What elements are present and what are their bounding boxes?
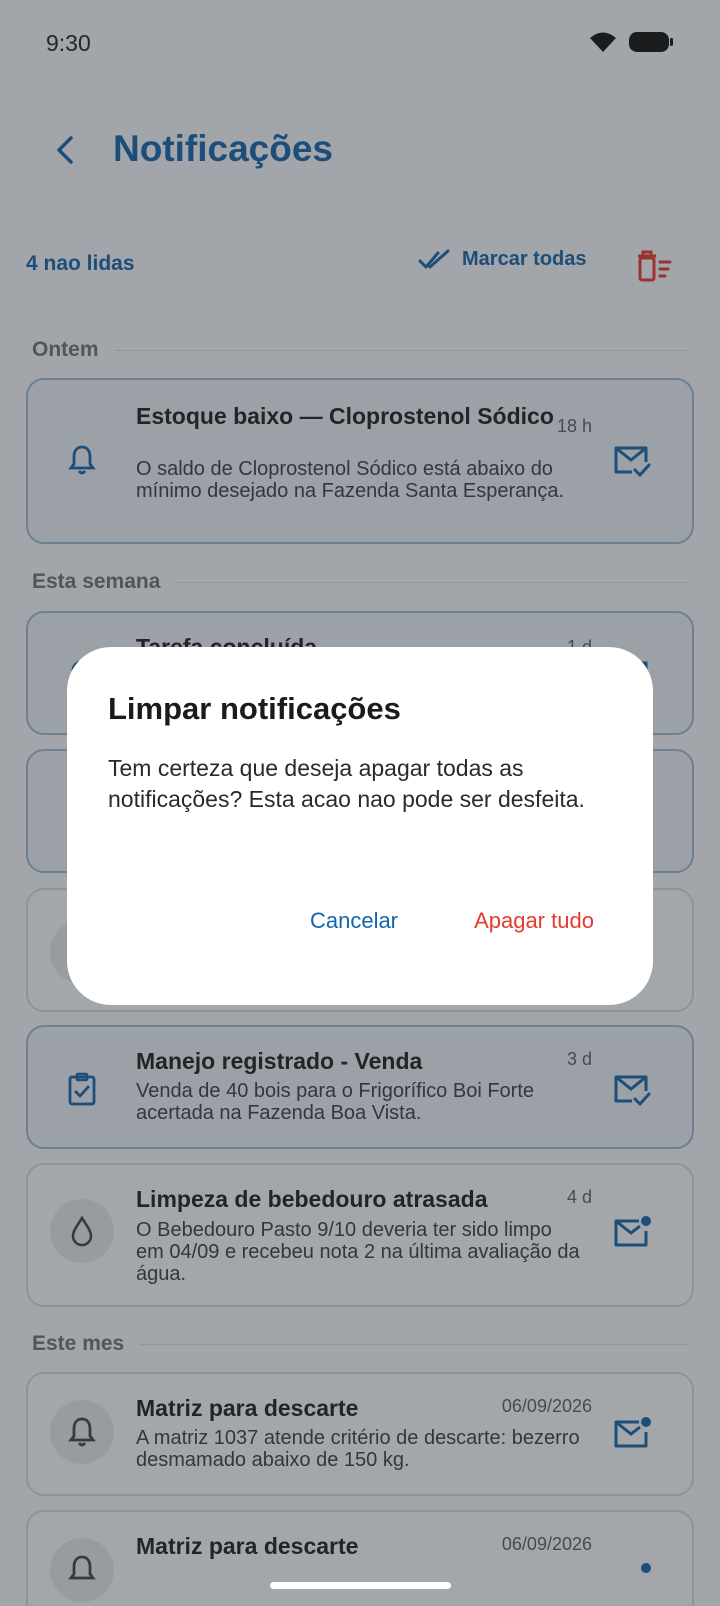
delete-all-confirm-button[interactable]: Apagar tudo bbox=[455, 897, 613, 945]
confirm-dialog: Limpar notificações Tem certeza que dese… bbox=[67, 647, 653, 1005]
home-indicator[interactable] bbox=[270, 1582, 451, 1589]
dialog-message: Tem certeza que deseja apagar todas as n… bbox=[108, 755, 585, 812]
cancel-button[interactable]: Cancelar bbox=[299, 897, 409, 945]
dialog-title: Limpar notificações bbox=[108, 691, 401, 726]
